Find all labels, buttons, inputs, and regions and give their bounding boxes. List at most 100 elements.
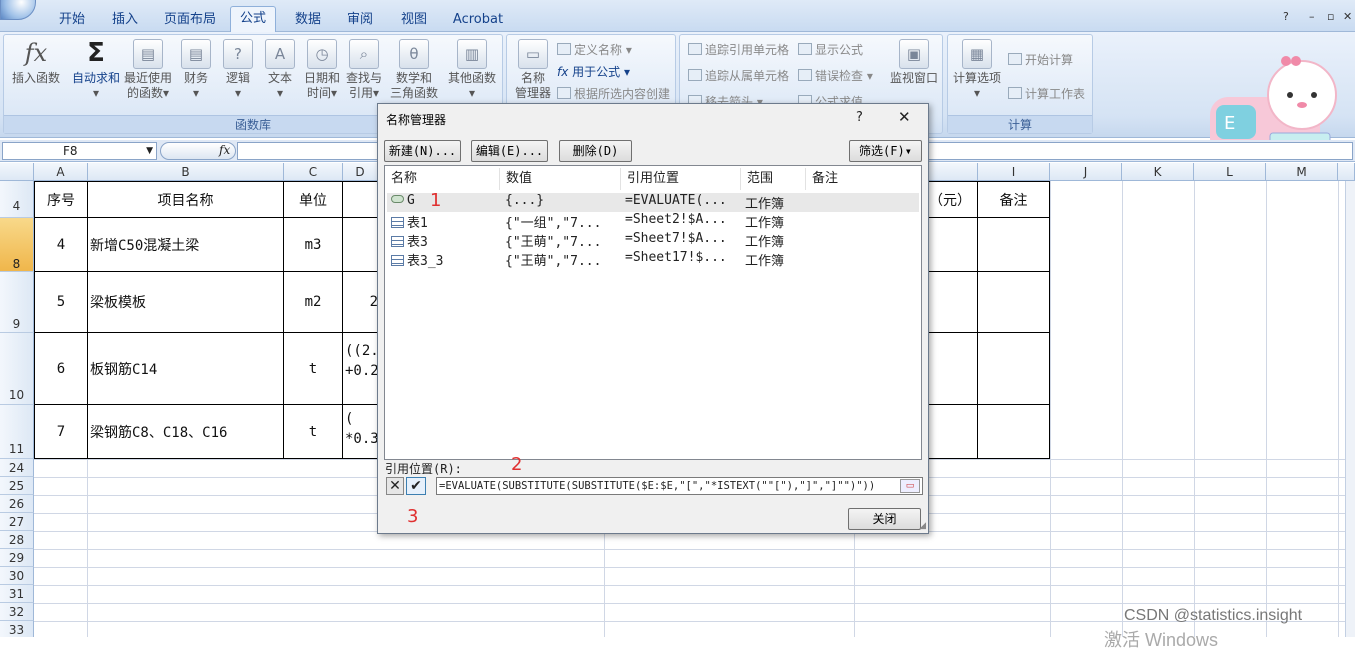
list-item[interactable]: 表3 {"王萌","7... =Sheet7!$A... 工作簿	[387, 231, 919, 250]
error-checking-button[interactable]: 错误检查 ▾	[798, 67, 873, 84]
names-list[interactable]: 名称 数值 引用位置 范围 备注 G {...} =EVALUATE(... 工…	[384, 165, 922, 460]
office-button[interactable]	[0, 0, 36, 20]
trace-precedents-button[interactable]: 追踪引用单元格	[688, 41, 789, 58]
row-header[interactable]: 10	[0, 333, 34, 405]
tab-formulas[interactable]: 公式	[230, 6, 276, 32]
table-cell[interactable]: 4	[34, 218, 88, 272]
trace-dependents-button[interactable]: 追踪从属单元格	[688, 67, 789, 84]
use-in-formula-button[interactable]: fx 用于公式 ▾	[557, 63, 630, 80]
table-cell[interactable]	[978, 405, 1050, 459]
close-button[interactable]: 关闭	[848, 508, 921, 530]
calc-options-button[interactable]: ▦ 计算选项 ▾	[950, 39, 1004, 101]
column-header[interactable]: D	[343, 163, 378, 181]
table-cell[interactable]: 7	[34, 405, 88, 459]
table-cell[interactable]: 板钢筋C14	[88, 333, 284, 405]
close-icon[interactable]: ✕	[1343, 10, 1352, 23]
datetime-button[interactable]: ◷ 日期和 时间▾	[302, 39, 342, 101]
table-cell[interactable]: 2	[343, 272, 378, 333]
list-header-scope[interactable]: 范围	[741, 168, 806, 190]
list-header-refers-to[interactable]: 引用位置	[621, 168, 741, 190]
row-header[interactable]: 25	[0, 477, 34, 495]
table-cell[interactable]	[978, 272, 1050, 333]
define-name-button[interactable]: 定义名称 ▾	[557, 41, 632, 58]
column-header[interactable]: B	[88, 163, 284, 181]
column-header[interactable]: M	[1266, 163, 1338, 181]
table-cell[interactable]	[929, 272, 978, 333]
row-header[interactable]: 29	[0, 549, 34, 567]
calc-now-button[interactable]: 开始计算	[1008, 51, 1073, 68]
help-icon[interactable]: ?	[856, 110, 863, 125]
row-header[interactable]: 26	[0, 495, 34, 513]
tab-review[interactable]: 审阅	[340, 9, 380, 31]
tab-insert[interactable]: 插入	[105, 9, 145, 31]
column-header[interactable]: A	[34, 163, 88, 181]
table-cell[interactable]	[929, 405, 978, 459]
table-cell[interactable]: （元）	[929, 181, 978, 218]
autosum-button[interactable]: Σ 自动求和 ▾	[68, 39, 124, 101]
collapse-dialog-icon[interactable]: ▭	[900, 479, 920, 493]
refers-to-input[interactable]: =EVALUATE(SUBSTITUTE(SUBSTITUTE($E:$E,"[…	[436, 477, 923, 495]
column-header[interactable]: L	[1194, 163, 1266, 181]
cancel-edit-icon[interactable]: ✕	[386, 477, 404, 495]
close-icon[interactable]: ✕	[898, 108, 911, 126]
column-header[interactable]: K	[1122, 163, 1194, 181]
list-header-comment[interactable]: 备注	[806, 168, 921, 190]
row-header[interactable]: 28	[0, 531, 34, 549]
resize-grip-icon[interactable]: ◢	[919, 521, 926, 531]
tab-acrobat[interactable]: Acrobat	[448, 9, 508, 31]
table-cell[interactable]	[929, 218, 978, 272]
new-name-button[interactable]: 新建(N)...	[384, 140, 461, 162]
table-cell[interactable]	[978, 218, 1050, 272]
text-button[interactable]: A 文本 ▾	[260, 39, 300, 101]
financial-button[interactable]: ▤ 财务 ▾	[176, 39, 216, 101]
list-item[interactable]: G {...} =EVALUATE(... 工作簿	[387, 193, 919, 212]
table-cell[interactable]: ((2. +0.2	[343, 333, 378, 405]
restore-icon[interactable]: ▫	[1327, 10, 1334, 23]
delete-name-button[interactable]: 删除(D)	[559, 140, 632, 162]
logical-button[interactable]: ? 逻辑 ▾	[218, 39, 258, 101]
vertical-scrollbar[interactable]	[1345, 181, 1355, 637]
row-header[interactable]: 32	[0, 603, 34, 621]
table-cell[interactable]: 序号	[34, 181, 88, 218]
tab-home[interactable]: 开始	[52, 9, 92, 31]
column-header[interactable]	[929, 163, 978, 181]
row-header[interactable]: 31	[0, 585, 34, 603]
commit-edit-icon[interactable]: ✔	[406, 477, 426, 495]
table-cell[interactable]: 项目名称	[88, 181, 284, 218]
table-cell[interactable]	[978, 333, 1050, 405]
edit-name-button[interactable]: 编辑(E)...	[471, 140, 548, 162]
tab-data[interactable]: 数据	[288, 9, 328, 31]
help-icon[interactable]: ?	[1283, 10, 1289, 23]
table-cell[interactable]	[929, 333, 978, 405]
table-cell[interactable]: t	[284, 333, 343, 405]
show-formulas-button[interactable]: 显示公式	[798, 41, 863, 58]
list-item[interactable]: 表1 {"一组","7... =Sheet2!$A... 工作簿	[387, 212, 919, 231]
fx-icon[interactable]: fx	[219, 143, 230, 157]
create-from-selection-button[interactable]: 根据所选内容创建	[557, 85, 670, 102]
filter-button[interactable]: 筛选(F)▾	[849, 140, 922, 162]
lookup-button[interactable]: ⌕ 查找与 引用▾	[344, 39, 384, 101]
table-cell[interactable]: m3	[284, 218, 343, 272]
name-manager-button[interactable]: ▭ 名称 管理器	[511, 39, 555, 101]
select-all-corner[interactable]	[0, 163, 34, 181]
table-cell[interactable]: 备注	[978, 181, 1050, 218]
tab-view[interactable]: 视图	[394, 9, 434, 31]
math-button[interactable]: θ 数学和 三角函数	[388, 39, 440, 101]
row-header[interactable]: 9	[0, 272, 34, 333]
list-item[interactable]: 表3_3 {"王萌","7... =Sheet17!$... 工作簿	[387, 250, 919, 269]
table-cell[interactable]: 梁板模板	[88, 272, 284, 333]
row-header[interactable]: 24	[0, 459, 34, 477]
formula-bar-controls[interactable]: fx	[160, 142, 236, 160]
insert-function-button[interactable]: fx 插入函数	[8, 39, 64, 86]
table-cell[interactable]: ( *0.3	[343, 405, 378, 459]
row-header[interactable]: 11	[0, 405, 34, 459]
column-header[interactable]	[1338, 163, 1355, 181]
table-cell[interactable]: 6	[34, 333, 88, 405]
tab-page-layout[interactable]: 页面布局	[158, 9, 222, 31]
table-cell[interactable]: 单位	[284, 181, 343, 218]
recent-functions-button[interactable]: ▤ 最近使用 的函数▾	[122, 39, 174, 101]
list-header-name[interactable]: 名称	[385, 168, 500, 190]
calc-sheet-button[interactable]: 计算工作表	[1008, 85, 1085, 102]
row-header[interactable]: 8	[0, 218, 34, 272]
table-cell[interactable]	[343, 218, 378, 272]
